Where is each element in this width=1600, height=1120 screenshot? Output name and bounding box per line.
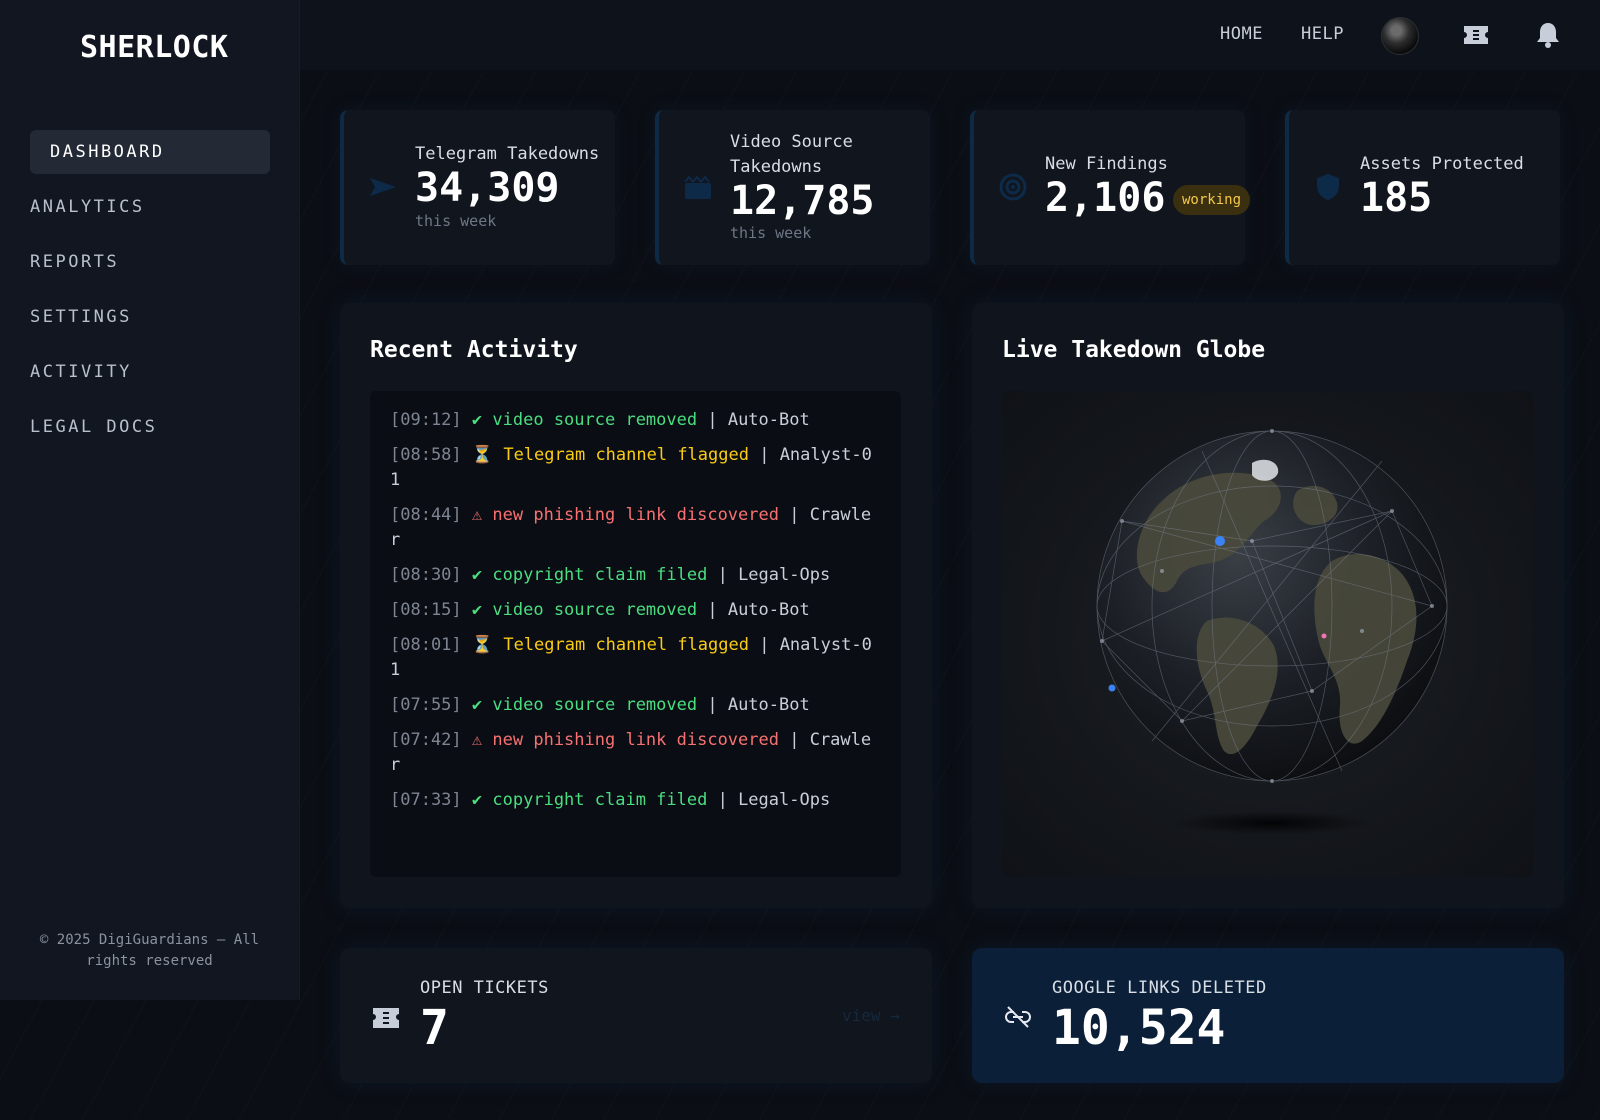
globe-illustration [1096,429,1448,835]
log-status-icon: ⏳ [471,635,494,655]
sidebar-item-analytics[interactable]: ANALYTICS [30,185,270,229]
log-message: Telegram channel flagged [503,635,749,655]
log-timestamp: [08:15] [390,600,462,620]
stat-label-line-2: Takedowns [730,157,823,177]
log-timestamp: [07:42] [390,730,462,750]
log-entry: [07:55] ✔ video source removed | Auto-Bo… [390,695,810,715]
log-actor: Legal-Ops [738,790,831,810]
sidebar-item-settings[interactable]: SETTINGS [30,295,270,339]
stat-value: 2,106 [1045,175,1166,221]
log-entry: [08:01] ⏳ Telegram channel flagged | Ana… [390,635,872,680]
log-entry: [08:44] ⚠ new phishing link discovered |… [390,505,872,550]
sidebar: SHERLOCK DASHBOARD ANALYTICS REPORTS SET… [0,0,300,1000]
log-entry: [09:12] ✔ video source removed | Auto-Bo… [390,410,810,430]
log-message: video source removed [492,600,698,620]
log-status-icon: ✔ [471,600,483,620]
shield-icon [1317,174,1339,200]
log-timestamp: [08:30] [390,565,462,585]
log-status-icon: ⚠ [471,505,483,525]
ticket-icon [373,1008,399,1028]
stat-subtext: this week [730,224,812,242]
globe-marker-blue[interactable] [1108,684,1116,692]
log-message: video source removed [492,410,698,430]
stat-label-line-1: Video Source [730,132,853,152]
copyright-line-2: rights reserved [86,953,213,969]
log-entry: [08:30] ✔ copyright claim filed | Legal-… [390,565,831,585]
log-status-icon: ⚠ [471,730,483,750]
copyright-notice: © 2025 DigiGuardians — All rights reserv… [20,930,279,972]
log-status-icon: ✔ [471,410,483,430]
stat-value: 185 [1360,175,1433,221]
log-entry: [07:42] ⚠ new phishing link discovered |… [390,730,872,775]
google-links-card[interactable]: GOOGLE LINKS DELETED 10,524 [972,948,1564,1083]
log-actor: Auto-Bot [727,410,810,430]
google-links-label: GOOGLE LINKS DELETED [1052,978,1267,998]
nav-link-home[interactable]: HOME [1220,24,1263,44]
brand-logo[interactable]: SHERLOCK [80,30,229,65]
takedown-globe-panel: Live Takedown Globe [972,303,1564,908]
stat-label: New Findings [1045,154,1168,174]
video-icon [684,175,711,199]
log-timestamp: [09:12] [390,410,462,430]
log-timestamp: [08:58] [390,445,462,465]
log-message: new phishing link discovered [492,505,779,525]
google-links-value: 10,524 [1052,1000,1226,1056]
open-tickets-card[interactable]: OPEN TICKETS 7 view → [340,948,932,1083]
open-tickets-value: 7 [420,1000,449,1056]
log-timestamp: [07:55] [390,695,462,715]
target-icon [999,173,1027,201]
sidebar-item-legal-docs[interactable]: LEGAL DOCS [30,405,270,449]
log-actor: Auto-Bot [727,695,810,715]
sidebar-item-reports[interactable]: REPORTS [30,240,270,284]
status-badge: working [1173,185,1251,215]
stat-value: 12,785 [730,178,875,224]
panel-title: Live Takedown Globe [1002,337,1266,363]
log-actor: Legal-Ops [738,565,831,585]
bell-icon[interactable] [1535,20,1561,50]
stat-label: Telegram Takedowns [415,144,600,164]
open-tickets-label: OPEN TICKETS [420,978,549,998]
avatar[interactable] [1381,17,1419,55]
sidebar-nav: DASHBOARD ANALYTICS REPORTS SETTINGS ACT… [30,130,270,460]
log-timestamp: [07:33] [390,790,462,810]
log-status-icon: ✔ [471,565,483,585]
stat-card-telegram[interactable]: Telegram Takedowns 34,309 this week [340,110,615,265]
ticket-icon[interactable] [1462,22,1490,48]
log-entry: [08:58] ⏳ Telegram channel flagged | Ana… [390,445,872,490]
log-message: copyright claim filed [492,565,708,585]
sidebar-item-activity[interactable]: ACTIVITY [30,350,270,394]
log-timestamp: [08:44] [390,505,462,525]
nav-link-help[interactable]: HELP [1301,24,1344,44]
send-icon [370,178,396,196]
view-tickets-link[interactable]: view → [842,1006,900,1025]
stat-card-new-findings[interactable]: New Findings 2,106 working [970,110,1251,265]
globe-marker-pink[interactable] [1321,633,1327,639]
stat-label: Assets Protected [1360,154,1524,174]
stat-card-assets-protected[interactable]: Assets Protected 185 [1285,110,1560,265]
panel-title: Recent Activity [370,337,578,363]
log-timestamp: [08:01] [390,635,462,655]
log-entry: [08:15] ✔ video source removed | Auto-Bo… [390,600,810,620]
log-message: copyright claim filed [492,790,708,810]
log-message: video source removed [492,695,698,715]
globe-viewport[interactable] [1002,391,1533,877]
log-status-icon: ✔ [471,790,483,810]
stat-card-video-source[interactable]: Video Source Takedowns 12,785 this week [655,110,930,265]
log-status-icon: ✔ [471,695,483,715]
recent-activity-panel: Recent Activity [09:12] ✔ video source r… [340,303,932,908]
stat-subtext: this week [415,212,497,230]
log-message: new phishing link discovered [492,730,779,750]
log-status-icon: ⏳ [471,445,494,465]
log-entry: [07:33] ✔ copyright claim filed | Legal-… [390,790,831,810]
log-message: Telegram channel flagged [503,445,749,465]
copyright-line-1: © 2025 DigiGuardians — All [39,932,260,948]
activity-log[interactable]: [09:12] ✔ video source removed | Auto-Bo… [370,391,901,877]
stat-value: 34,309 [415,165,560,211]
sidebar-item-dashboard[interactable]: DASHBOARD [30,130,270,174]
unlink-icon [1005,1006,1031,1028]
log-actor: Auto-Bot [727,600,810,620]
globe-marker-blue[interactable] [1215,536,1225,546]
